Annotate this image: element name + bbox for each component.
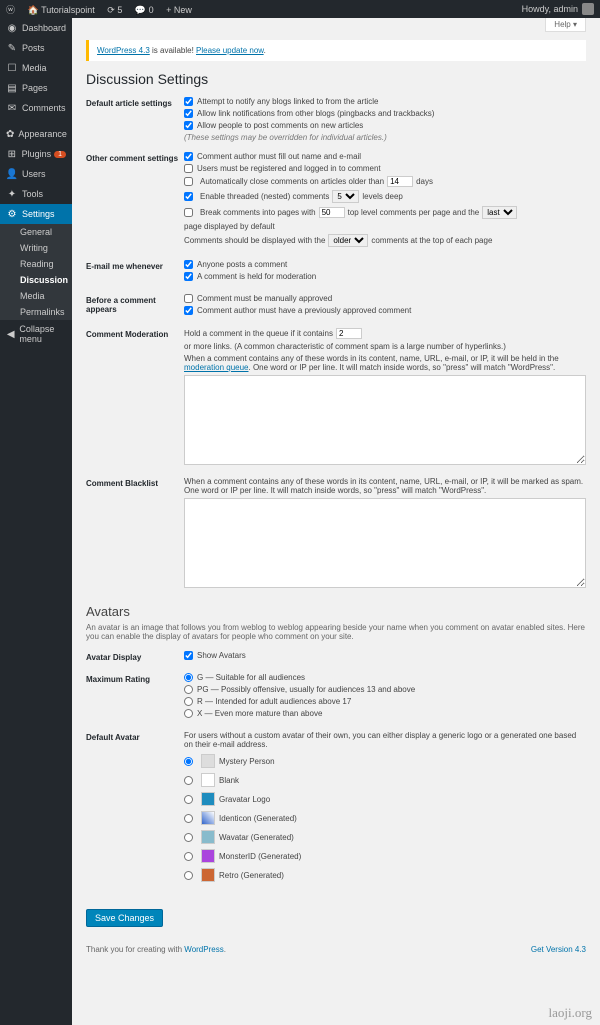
input-max-links[interactable] [336, 328, 362, 339]
collapse-menu[interactable]: ◀Collapse menu [0, 320, 72, 348]
retro-icon [201, 868, 215, 882]
admin-sidebar: ◉Dashboard✎Posts☐Media▤Pages✉Comments✿Ap… [0, 18, 72, 1025]
cb-manual-approve[interactable] [184, 294, 193, 303]
cb-show-avatars[interactable] [184, 651, 193, 660]
radio-av-mystery[interactable] [184, 757, 193, 766]
radio-av-blank[interactable] [184, 776, 193, 785]
radio-av-gravatar[interactable] [184, 795, 193, 804]
select-default-page[interactable]: last [482, 206, 517, 219]
wordpress-link[interactable]: WordPress [184, 945, 223, 954]
label-avatar-display: Avatar Display [86, 651, 184, 662]
appearance-icon: ✿ [6, 128, 14, 140]
label-max-rating: Maximum Rating [86, 673, 184, 684]
settings-icon: ⚙ [6, 208, 18, 220]
label-before-appears: Before a comment appears [86, 294, 184, 314]
page-title: Discussion Settings [86, 71, 586, 87]
collapse-icon: ◀ [6, 328, 15, 340]
howdy[interactable]: Howdy, admin [522, 3, 594, 15]
cb-paginate[interactable] [184, 208, 193, 217]
sidebar-item-posts[interactable]: ✎Posts [0, 38, 72, 58]
monsterid-icon [201, 849, 215, 863]
updates-link[interactable]: ⟳ 5 [107, 5, 122, 15]
cb-held-moderation[interactable] [184, 272, 193, 281]
radio-av-retro[interactable] [184, 871, 193, 880]
wp-logo[interactable]: ⓦ [6, 5, 15, 15]
cb-allow-comments[interactable] [184, 121, 193, 130]
label-moderation: Comment Moderation [86, 328, 184, 339]
blank-icon [201, 773, 215, 787]
users-icon: 👤 [6, 168, 18, 180]
plugins-icon: ⊞ [6, 148, 18, 160]
label-default-avatar: Default Avatar [86, 731, 184, 742]
new-link[interactable]: + New [166, 5, 192, 15]
label-blacklist: Comment Blacklist [86, 477, 184, 488]
label-default-article: Default article settings [86, 97, 184, 108]
comments-link[interactable]: 💬 0 [135, 5, 154, 15]
cb-threaded[interactable] [184, 192, 193, 201]
radio-rating-r[interactable] [184, 697, 193, 706]
posts-icon: ✎ [6, 42, 18, 54]
get-version-link[interactable]: Get Version 4.3 [531, 945, 586, 954]
radio-rating-g[interactable] [184, 673, 193, 682]
subitem-writing[interactable]: Writing [0, 240, 72, 256]
sidebar-item-plugins[interactable]: ⊞Plugins1 [0, 144, 72, 164]
textarea-moderation-keys[interactable] [184, 375, 586, 465]
wp-version-link[interactable]: WordPress 4.3 [97, 46, 150, 55]
save-changes-button[interactable]: Save Changes [86, 909, 163, 927]
subitem-media[interactable]: Media [0, 288, 72, 304]
label-email-me: E-mail me whenever [86, 260, 184, 271]
input-per-page[interactable] [319, 207, 345, 218]
select-thread-depth[interactable]: 5 [332, 190, 359, 203]
update-now-link[interactable]: Please update now [196, 46, 264, 55]
identicon-icon [201, 811, 215, 825]
radio-rating-x[interactable] [184, 709, 193, 718]
sidebar-item-tools[interactable]: ✦Tools [0, 184, 72, 204]
radio-rating-pg[interactable] [184, 685, 193, 694]
textarea-blacklist-keys[interactable] [184, 498, 586, 588]
cb-previously-approved[interactable] [184, 306, 193, 315]
dashboard-icon: ◉ [6, 22, 18, 34]
radio-av-identicon[interactable] [184, 814, 193, 823]
sidebar-item-media[interactable]: ☐Media [0, 58, 72, 78]
subitem-general[interactable]: General [0, 224, 72, 240]
sidebar-item-appearance[interactable]: ✿Appearance [0, 124, 72, 144]
label-other-comment: Other comment settings [86, 152, 184, 163]
watermark: laoji.org [549, 1005, 592, 1021]
input-close-days[interactable] [387, 176, 413, 187]
admin-bar: ⓦ 🏠 Tutorialspoint ⟳ 5 💬 0 + New Howdy, … [0, 0, 600, 18]
mystery-person-icon [201, 754, 215, 768]
select-comment-order[interactable]: older [328, 234, 368, 247]
radio-av-wavatar[interactable] [184, 833, 193, 842]
cb-name-email[interactable] [184, 152, 193, 161]
sidebar-item-comments[interactable]: ✉Comments [0, 98, 72, 118]
subitem-permalinks[interactable]: Permalinks [0, 304, 72, 320]
gravatar-icon [201, 792, 215, 806]
cb-allow-pingbacks[interactable] [184, 109, 193, 118]
sidebar-item-pages[interactable]: ▤Pages [0, 78, 72, 98]
subitem-reading[interactable]: Reading [0, 256, 72, 272]
sidebar-item-settings[interactable]: ⚙Settings [0, 204, 72, 224]
cb-notify-blogs[interactable] [184, 97, 193, 106]
subitem-discussion[interactable]: Discussion [0, 272, 72, 288]
pages-icon: ▤ [6, 82, 18, 94]
sidebar-item-dashboard[interactable]: ◉Dashboard [0, 18, 72, 38]
comments-icon: ✉ [6, 102, 18, 114]
tools-icon: ✦ [6, 188, 18, 200]
moderation-queue-link[interactable]: moderation queue [184, 363, 249, 372]
avatar-icon [582, 3, 594, 15]
cb-autoclose[interactable] [184, 177, 193, 186]
avatars-heading: Avatars [86, 604, 586, 619]
help-tab[interactable]: Help ▾ [545, 18, 586, 32]
avatars-desc: An avatar is an image that follows you f… [86, 623, 586, 641]
cb-registered[interactable] [184, 164, 193, 173]
site-link[interactable]: 🏠 Tutorialspoint [28, 5, 95, 15]
cb-anyone-posts[interactable] [184, 260, 193, 269]
radio-av-monsterid[interactable] [184, 852, 193, 861]
wavatar-icon [201, 830, 215, 844]
media-icon: ☐ [6, 62, 18, 74]
sidebar-item-users[interactable]: 👤Users [0, 164, 72, 184]
update-notice: WordPress 4.3 is available! Please updat… [86, 40, 586, 61]
